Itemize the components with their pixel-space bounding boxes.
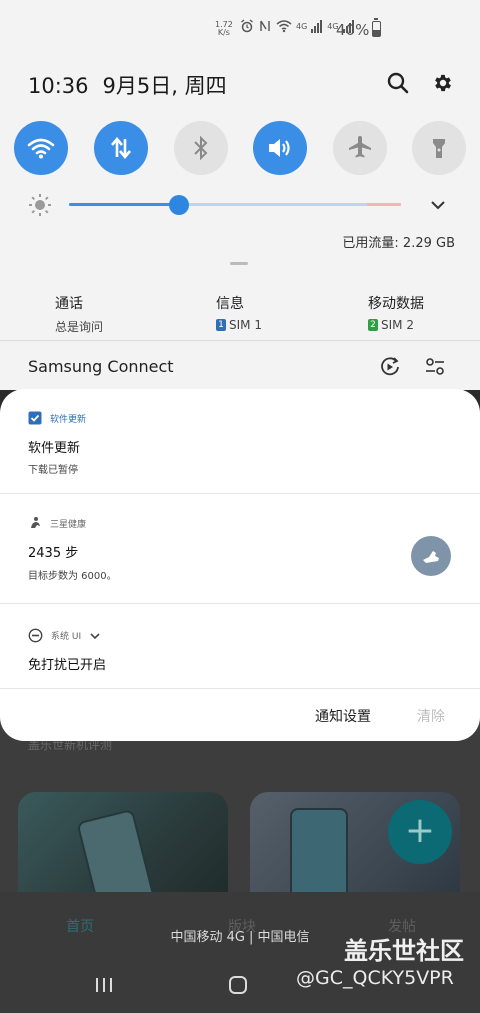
divider bbox=[0, 688, 480, 689]
battery-icon bbox=[372, 18, 381, 37]
wifi-icon bbox=[27, 138, 55, 159]
message-sim-value: SIM 1 bbox=[229, 318, 262, 332]
flashlight-toggle[interactable] bbox=[412, 121, 466, 175]
battery-percent: 40% bbox=[336, 21, 370, 39]
notification-title: 2435 步 bbox=[28, 546, 79, 561]
flashlight-icon bbox=[433, 139, 445, 158]
samsung-connect-title[interactable]: Samsung Connect bbox=[28, 357, 174, 376]
add-fab-button: + bbox=[388, 800, 452, 864]
clock-date: 10:36 9月5日, 周四 bbox=[28, 70, 227, 100]
mobile-data-sim-setting[interactable]: 移动数据 2 SIM 2 bbox=[368, 293, 424, 332]
sim2-badge: 2 bbox=[368, 319, 378, 331]
alarm-icon bbox=[241, 19, 253, 33]
notification-shade: 1.72 K/s 4G 4G 40% 10:36 9月5日, 周四 已用流量: … bbox=[0, 0, 480, 390]
wifi-toggle[interactable] bbox=[14, 121, 68, 175]
search-icon bbox=[387, 72, 409, 94]
recent-apps-button[interactable] bbox=[92, 973, 116, 997]
airplane-icon bbox=[349, 136, 371, 158]
airplane-mode-toggle[interactable] bbox=[333, 121, 387, 175]
message-sim-setting[interactable]: 信息 1 SIM 1 bbox=[216, 293, 262, 332]
network-type-1: 4G bbox=[296, 21, 308, 31]
message-sim-title: 信息 bbox=[216, 296, 244, 312]
home-button[interactable] bbox=[226, 973, 250, 997]
volume-icon bbox=[269, 139, 290, 157]
gear-icon bbox=[435, 74, 451, 92]
status-bar: 1.72 K/s 4G 4G 40% bbox=[0, 0, 480, 60]
brightness-row bbox=[0, 185, 480, 225]
device-control-icon bbox=[426, 358, 444, 375]
network-speed: 1.72 K/s bbox=[215, 20, 233, 37]
brightness-sun-icon bbox=[29, 194, 51, 216]
notification-panel: 软件更新 软件更新 下载已暂停 三星健康 2435 步 目标步数为 6000。 … bbox=[0, 389, 480, 741]
date[interactable]: 9月5日, 周四 bbox=[103, 74, 227, 98]
sound-toggle[interactable] bbox=[253, 121, 307, 175]
clock[interactable]: 10:36 bbox=[28, 74, 89, 98]
bluetooth-toggle[interactable] bbox=[174, 121, 228, 175]
notification-app-name: 三星健康 bbox=[50, 519, 87, 530]
nfc-icon bbox=[260, 20, 270, 31]
divider bbox=[0, 340, 480, 341]
notification-settings-button[interactable]: 通知设置 bbox=[315, 706, 371, 726]
sim1-badge: 1 bbox=[216, 319, 226, 331]
notification-samsung-health[interactable]: 三星健康 2435 步 目标步数为 6000。 bbox=[0, 494, 480, 603]
call-sim-title: 通话 bbox=[55, 296, 83, 312]
drag-handle[interactable] bbox=[230, 262, 248, 265]
device-control-button[interactable] bbox=[420, 352, 450, 382]
notification-app-name: 软件更新 bbox=[50, 414, 87, 425]
wifi-status-icon bbox=[276, 20, 292, 33]
call-sim-setting[interactable]: 通话 总是询问 bbox=[55, 293, 103, 335]
do-not-disturb-icon bbox=[28, 628, 43, 643]
software-update-icon bbox=[28, 411, 42, 425]
brightness-slider[interactable] bbox=[69, 203, 401, 206]
notification-body: 目标步数为 6000。 bbox=[28, 571, 117, 582]
call-sim-value: 总是询问 bbox=[55, 320, 104, 334]
bluetooth-icon bbox=[194, 135, 208, 161]
mobile-data-sim-value: SIM 2 bbox=[381, 318, 414, 332]
data-usage-label: 已用流量: 2.29 GB bbox=[342, 236, 455, 251]
notification-title: 软件更新 bbox=[28, 441, 81, 456]
signal-icon bbox=[311, 20, 323, 33]
chevron-down-icon[interactable] bbox=[428, 195, 448, 215]
smart-view-icon bbox=[381, 357, 399, 376]
notification-system-ui[interactable]: 系统 UI 免打扰已开启 bbox=[0, 604, 480, 688]
brightness-thumb[interactable] bbox=[168, 195, 189, 215]
settings-button[interactable] bbox=[428, 68, 458, 98]
mobile-data-sim-title: 移动数据 bbox=[368, 296, 424, 312]
mobile-data-toggle[interactable] bbox=[94, 121, 148, 175]
notification-body: 下载已暂停 bbox=[28, 465, 78, 476]
home-icon bbox=[229, 976, 247, 994]
recent-apps-icon bbox=[96, 978, 112, 992]
notification-title: 免打扰已开启 bbox=[28, 658, 107, 673]
notification-app-name: 系统 UI bbox=[51, 632, 82, 642]
search-button[interactable] bbox=[383, 68, 413, 98]
watermark-handle: @GC_QCKY5VPR bbox=[296, 967, 454, 989]
notification-software-update[interactable]: 软件更新 软件更新 下载已暂停 bbox=[0, 389, 480, 493]
chevron-down-icon[interactable] bbox=[89, 630, 101, 642]
data-transfer-icon bbox=[111, 136, 131, 160]
clear-button[interactable]: 清除 bbox=[417, 706, 445, 726]
samsung-health-icon bbox=[31, 517, 40, 528]
steps-shoe-icon bbox=[411, 536, 451, 576]
smart-view-button[interactable] bbox=[375, 352, 405, 382]
